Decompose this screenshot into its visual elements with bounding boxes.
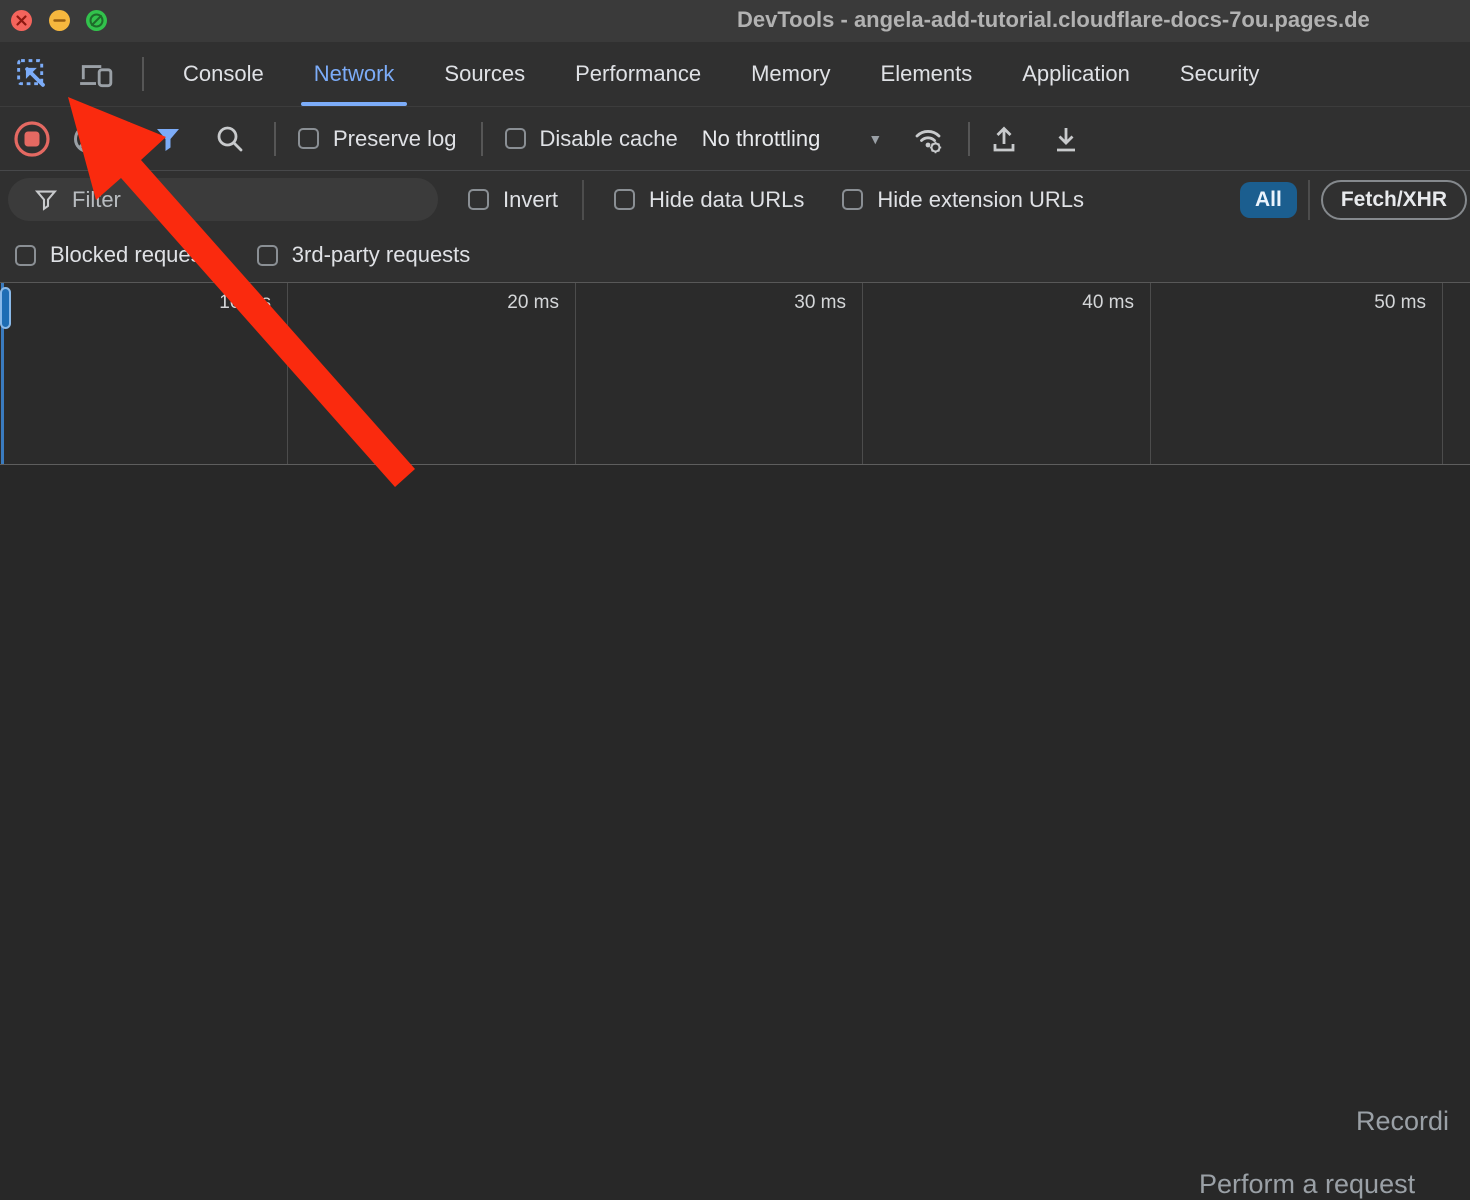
hide-extension-urls-label: Hide extension URLs bbox=[877, 187, 1084, 213]
clear-network-log-button[interactable] bbox=[68, 117, 108, 161]
export-har-button[interactable] bbox=[1046, 117, 1086, 161]
device-toolbar-icon bbox=[78, 58, 114, 90]
chevron-down-icon: ▼ bbox=[868, 131, 882, 147]
network-conditions-icon bbox=[910, 121, 946, 157]
timeline-tick-label: 20 ms bbox=[449, 292, 559, 314]
type-filter-fetch-xhr[interactable]: Fetch/XHR bbox=[1321, 180, 1467, 220]
overview-drag-handle[interactable] bbox=[0, 287, 11, 329]
toolbar-separator bbox=[274, 122, 276, 156]
blocked-requests-label: Blocked requests bbox=[50, 242, 219, 268]
type-filter-all[interactable]: All bbox=[1240, 182, 1297, 218]
filter-toggle-button[interactable] bbox=[148, 117, 188, 161]
hide-extension-urls-toggle[interactable]: Hide extension URLs bbox=[842, 187, 1084, 213]
throttling-select[interactable]: No throttling ▼ bbox=[702, 126, 882, 152]
timeline-tick-label: 50 ms bbox=[1316, 292, 1426, 314]
funnel-icon bbox=[153, 124, 183, 154]
devtools-tabbar: Console Network Sources Performance Memo… bbox=[0, 42, 1470, 107]
preserve-log-label: Preserve log bbox=[333, 126, 457, 152]
timeline-tick-label: 40 ms bbox=[1024, 292, 1134, 314]
tab-memory[interactable]: Memory bbox=[726, 42, 855, 106]
throttling-value: No throttling bbox=[702, 126, 821, 152]
disable-cache-label: Disable cache bbox=[540, 126, 678, 152]
timeline-tick-label: 30 ms bbox=[736, 292, 846, 314]
third-party-requests-checkbox[interactable] bbox=[257, 245, 278, 266]
network-toolbar: Preserve log Disable cache No throttling… bbox=[0, 107, 1470, 171]
tab-performance[interactable]: Performance bbox=[550, 42, 726, 106]
clear-icon bbox=[72, 123, 104, 155]
window-title: DevTools - angela-add-tutorial.cloudflar… bbox=[737, 7, 1470, 37]
toolbar-separator bbox=[128, 122, 130, 156]
toggle-device-toolbar-button[interactable] bbox=[76, 52, 116, 96]
hide-data-urls-toggle[interactable]: Hide data URLs bbox=[614, 187, 804, 213]
hide-data-urls-checkbox[interactable] bbox=[614, 189, 635, 210]
close-window-icon[interactable] bbox=[10, 9, 33, 32]
window-titlebar: DevTools - angela-add-tutorial.cloudflar… bbox=[0, 0, 1470, 42]
request-type-chips: All Fetch/XHR bbox=[1240, 180, 1467, 220]
zoom-window-icon[interactable] bbox=[85, 9, 108, 32]
third-party-requests-label: 3rd-party requests bbox=[292, 242, 471, 268]
blocked-requests-toggle[interactable]: Blocked requests bbox=[15, 242, 219, 268]
toolbar-separator bbox=[481, 122, 483, 156]
disable-cache-toggle[interactable]: Disable cache bbox=[505, 126, 678, 152]
upload-icon bbox=[987, 123, 1021, 155]
tab-security[interactable]: Security bbox=[1155, 42, 1284, 106]
timeline-tick-label: 10 ms bbox=[161, 292, 271, 314]
filter-separator bbox=[582, 180, 584, 220]
requests-panel: Recordi Perform a request bbox=[0, 465, 1470, 960]
stop-record-icon bbox=[12, 119, 52, 159]
tab-application[interactable]: Application bbox=[997, 42, 1155, 106]
request-filters-row: Blocked requests 3rd-party requests bbox=[0, 228, 1470, 283]
tab-sources[interactable]: Sources bbox=[419, 42, 550, 106]
invert-label: Invert bbox=[503, 187, 558, 213]
preserve-log-checkbox[interactable] bbox=[298, 128, 319, 149]
minimize-window-icon[interactable] bbox=[48, 9, 71, 32]
download-icon bbox=[1049, 123, 1083, 155]
network-conditions-button[interactable] bbox=[908, 117, 948, 161]
inspect-element-button[interactable] bbox=[12, 52, 52, 96]
invert-toggle[interactable]: Invert bbox=[468, 187, 558, 213]
empty-state-recording-text: Recordi bbox=[1356, 1106, 1449, 1137]
third-party-requests-toggle[interactable]: 3rd-party requests bbox=[257, 242, 471, 268]
blocked-requests-checkbox[interactable] bbox=[15, 245, 36, 266]
empty-state-hint-text: Perform a request bbox=[1199, 1169, 1415, 1200]
disable-cache-checkbox[interactable] bbox=[505, 128, 526, 149]
search-button[interactable] bbox=[210, 117, 250, 161]
hide-data-urls-label: Hide data URLs bbox=[649, 187, 804, 213]
toolbar-separator bbox=[968, 122, 970, 156]
record-network-log-button[interactable] bbox=[12, 117, 52, 161]
hide-extension-urls-checkbox[interactable] bbox=[842, 189, 863, 210]
tabbar-separator bbox=[142, 57, 144, 91]
tab-network[interactable]: Network bbox=[289, 42, 420, 106]
network-filter-bar: Invert Hide data URLs Hide extension URL… bbox=[0, 171, 1470, 228]
inspect-cursor-icon bbox=[15, 57, 49, 91]
filter-separator bbox=[1308, 180, 1310, 220]
invert-checkbox[interactable] bbox=[468, 189, 489, 210]
filter-input[interactable] bbox=[8, 178, 438, 221]
preserve-log-toggle[interactable]: Preserve log bbox=[298, 126, 457, 152]
filter-input-wrap bbox=[8, 178, 438, 221]
tab-console[interactable]: Console bbox=[158, 42, 289, 106]
network-overview-timeline[interactable]: 10 ms 20 ms 30 ms 40 ms 50 ms bbox=[0, 283, 1470, 465]
search-icon bbox=[214, 123, 246, 155]
filter-funnel-icon bbox=[34, 188, 58, 212]
tab-elements[interactable]: Elements bbox=[856, 42, 998, 106]
import-har-button[interactable] bbox=[984, 117, 1024, 161]
